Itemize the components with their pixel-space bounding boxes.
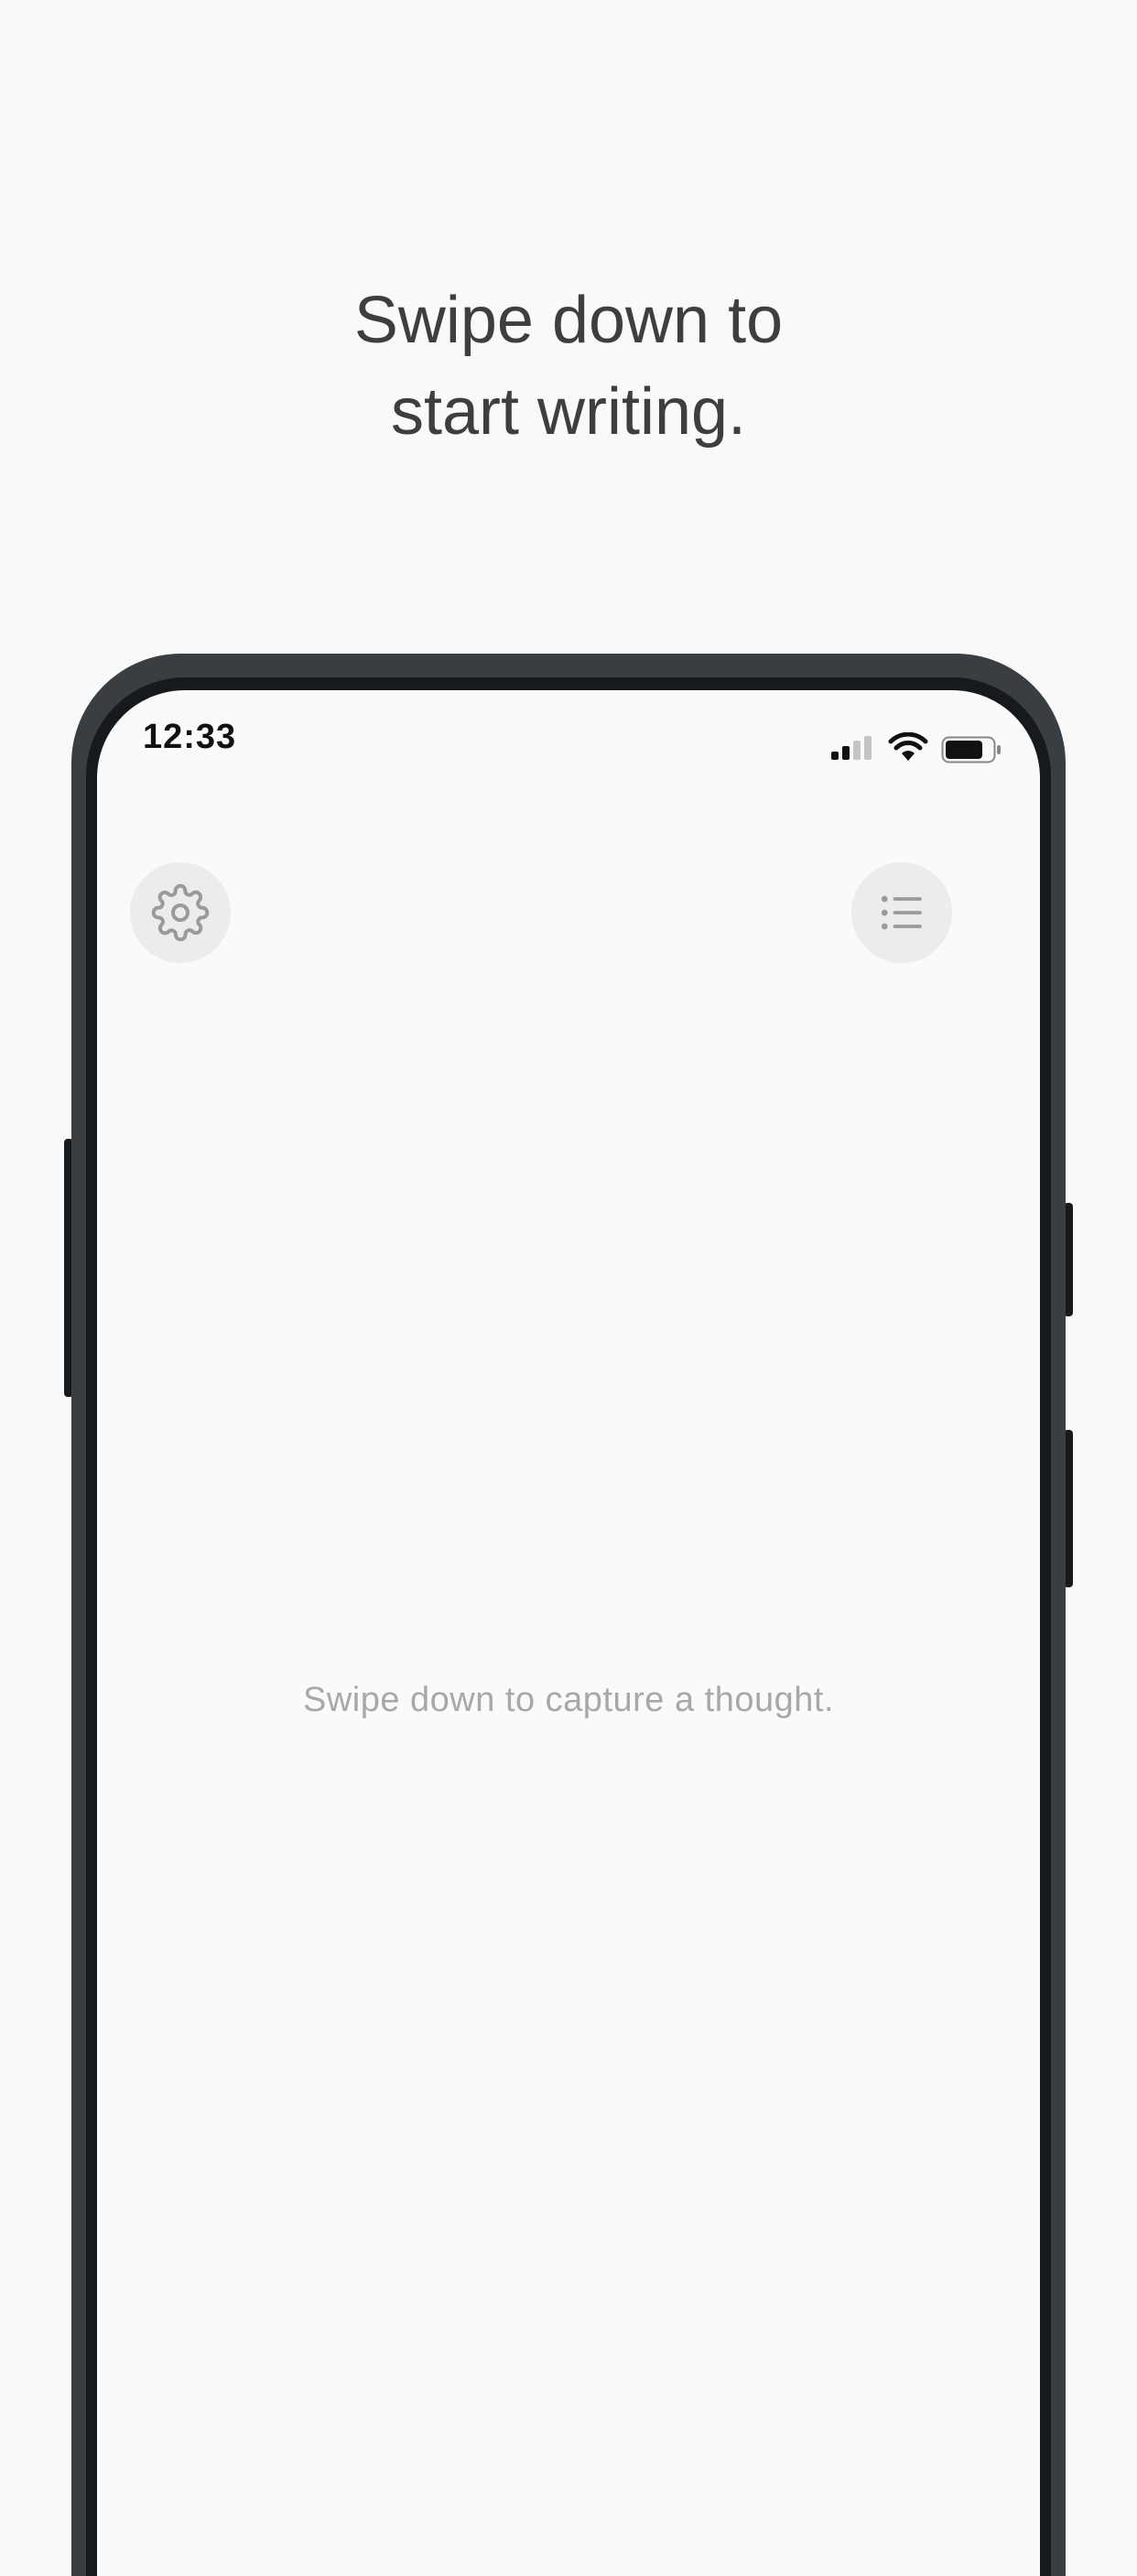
headline-line-2: start writing. [390,375,747,449]
notes-list-button[interactable] [851,862,952,963]
wifi-icon [888,732,928,761]
battery-icon [941,736,1001,763]
promo-headline: Swipe down to start writing. [0,275,1137,458]
list-icon [881,895,922,930]
headline-line-1: Swipe down to [353,284,784,357]
phone-bezel: 12:33 Swipe down to capture a thought. [86,677,1051,2576]
empty-state-hint: Swipe down to capture a thought. [302,1681,835,1719]
gear-icon [151,883,210,942]
phone-screen: 12:33 Swipe down to capture a thought. [97,690,1040,2576]
status-time: 12:33 [143,718,237,756]
signal-icon [831,736,872,760]
phone-frame: 12:33 Swipe down to capture a thought. [71,654,1066,2576]
settings-button[interactable] [130,862,231,963]
